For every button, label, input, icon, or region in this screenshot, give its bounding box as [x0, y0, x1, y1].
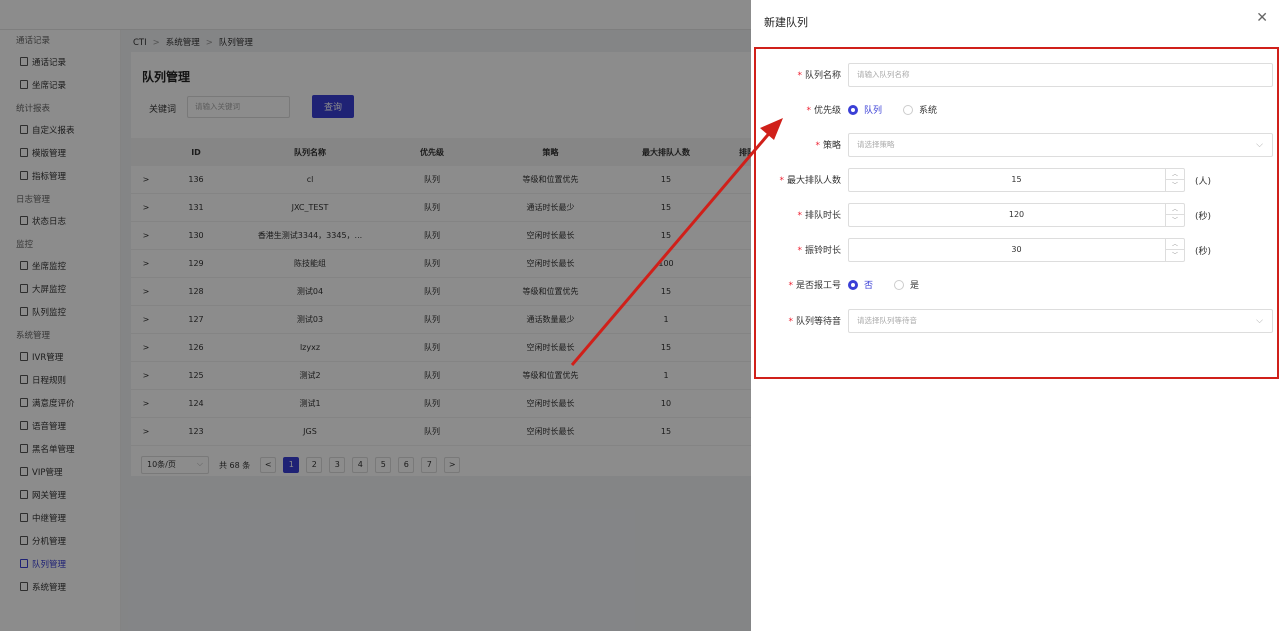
field-label: * 队列名称	[797, 68, 841, 81]
field-label: * 队列等待音	[788, 314, 841, 327]
unit-label: (秒)	[1195, 212, 1212, 222]
radio-dot-icon	[903, 105, 913, 115]
form-row-strategy: * 策略 请选择策略 ⌵	[751, 133, 1280, 157]
stepper-value: 15	[1011, 175, 1022, 184]
form-row-queue-time: * 排队时长 120 ︿ ﹀ (秒)	[751, 203, 1280, 227]
form-row-priority: * 优先级 队列 系统	[751, 98, 1280, 122]
chevron-up-icon[interactable]: ︿	[1166, 169, 1184, 180]
modal-overlay[interactable]	[0, 0, 751, 631]
radio-label: 队列	[864, 106, 883, 116]
radio-label: 否	[864, 281, 874, 291]
strategy-select[interactable]: 请选择策略 ⌵	[848, 133, 1273, 157]
label-text: 优先级	[813, 106, 841, 116]
form-row-wait-music: * 队列等待音 请选择队列等待音 ⌵	[751, 309, 1280, 333]
stepper-value: 30	[1011, 245, 1022, 254]
chevron-up-icon[interactable]: ︿	[1166, 239, 1184, 250]
report-id-radio-yes[interactable]: 是	[894, 278, 919, 291]
field-label: * 最大排队人数	[779, 173, 841, 186]
wait-music-select[interactable]: 请选择队列等待音 ⌵	[848, 309, 1273, 333]
label-text: 排队时长	[804, 211, 841, 221]
priority-radio-system[interactable]: 系统	[903, 103, 937, 116]
required-mark: *	[806, 106, 811, 116]
new-queue-drawer: 新建队列 ✕ * 队列名称 请输入队列名称 * 优先级 队列 系统 * 策略 请选择策…	[751, 0, 1280, 631]
field-label: * 是否报工号	[788, 278, 841, 291]
label-text: 策略	[822, 141, 841, 151]
chevron-down-icon[interactable]: ﹀	[1166, 215, 1184, 226]
chevron-up-icon[interactable]: ︿	[1166, 204, 1184, 215]
form-row-report-id: * 是否报工号 否 是	[751, 273, 1280, 297]
label-text: 振铃时长	[804, 246, 841, 256]
chevron-down-icon[interactable]: ﹀	[1166, 180, 1184, 191]
label-text: 队列名称	[804, 71, 841, 81]
unit-label: (人)	[1195, 177, 1212, 187]
required-mark: *	[788, 281, 793, 291]
stepper-controls: ︿ ﹀	[1165, 204, 1184, 226]
radio-dot-icon	[894, 280, 904, 290]
required-mark: *	[788, 317, 793, 327]
field-label: * 策略	[815, 138, 841, 151]
select-placeholder: 请选择策略	[857, 140, 895, 149]
stepper-controls: ︿ ﹀	[1165, 169, 1184, 191]
label-text: 队列等待音	[795, 317, 841, 327]
required-mark: *	[815, 141, 820, 151]
form-row-ring-time: * 振铃时长 30 ︿ ﹀ (秒)	[751, 238, 1280, 262]
chevron-down-icon: ⌵	[1256, 316, 1263, 326]
required-mark: *	[797, 246, 802, 256]
field-label: * 排队时长	[797, 208, 841, 221]
chevron-down-icon[interactable]: ﹀	[1166, 250, 1184, 261]
required-mark: *	[779, 176, 784, 186]
required-mark: *	[797, 71, 802, 81]
report-id-radio-no[interactable]: 否	[848, 278, 873, 291]
field-label: * 振铃时长	[797, 243, 841, 256]
ring-time-stepper[interactable]: 30 ︿ ﹀	[848, 238, 1185, 262]
label-text: 最大排队人数	[786, 176, 841, 186]
priority-radio-queue[interactable]: 队列	[848, 103, 882, 116]
required-mark: *	[797, 211, 802, 221]
stepper-value: 120	[1008, 210, 1025, 219]
queue-time-stepper[interactable]: 120 ︿ ﹀	[848, 203, 1185, 227]
radio-label: 是	[910, 281, 920, 291]
close-icon[interactable]: ✕	[1256, 10, 1268, 26]
chevron-down-icon: ⌵	[1256, 140, 1263, 150]
radio-label: 系统	[919, 106, 938, 116]
max-queue-stepper[interactable]: 15 ︿ ﹀	[848, 168, 1185, 192]
stepper-controls: ︿ ﹀	[1165, 239, 1184, 261]
queue-name-input[interactable]: 请输入队列名称	[848, 63, 1273, 87]
radio-dot-icon	[848, 280, 858, 290]
radio-dot-icon	[848, 105, 858, 115]
select-placeholder: 请选择队列等待音	[857, 316, 917, 325]
field-label: * 优先级	[806, 103, 841, 116]
drawer-title: 新建队列	[764, 16, 808, 29]
unit-label: (秒)	[1195, 247, 1212, 257]
form-row-name: * 队列名称 请输入队列名称	[751, 63, 1280, 87]
form-row-max-queue: * 最大排队人数 15 ︿ ﹀ (人)	[751, 168, 1280, 192]
label-text: 是否报工号	[795, 281, 841, 291]
